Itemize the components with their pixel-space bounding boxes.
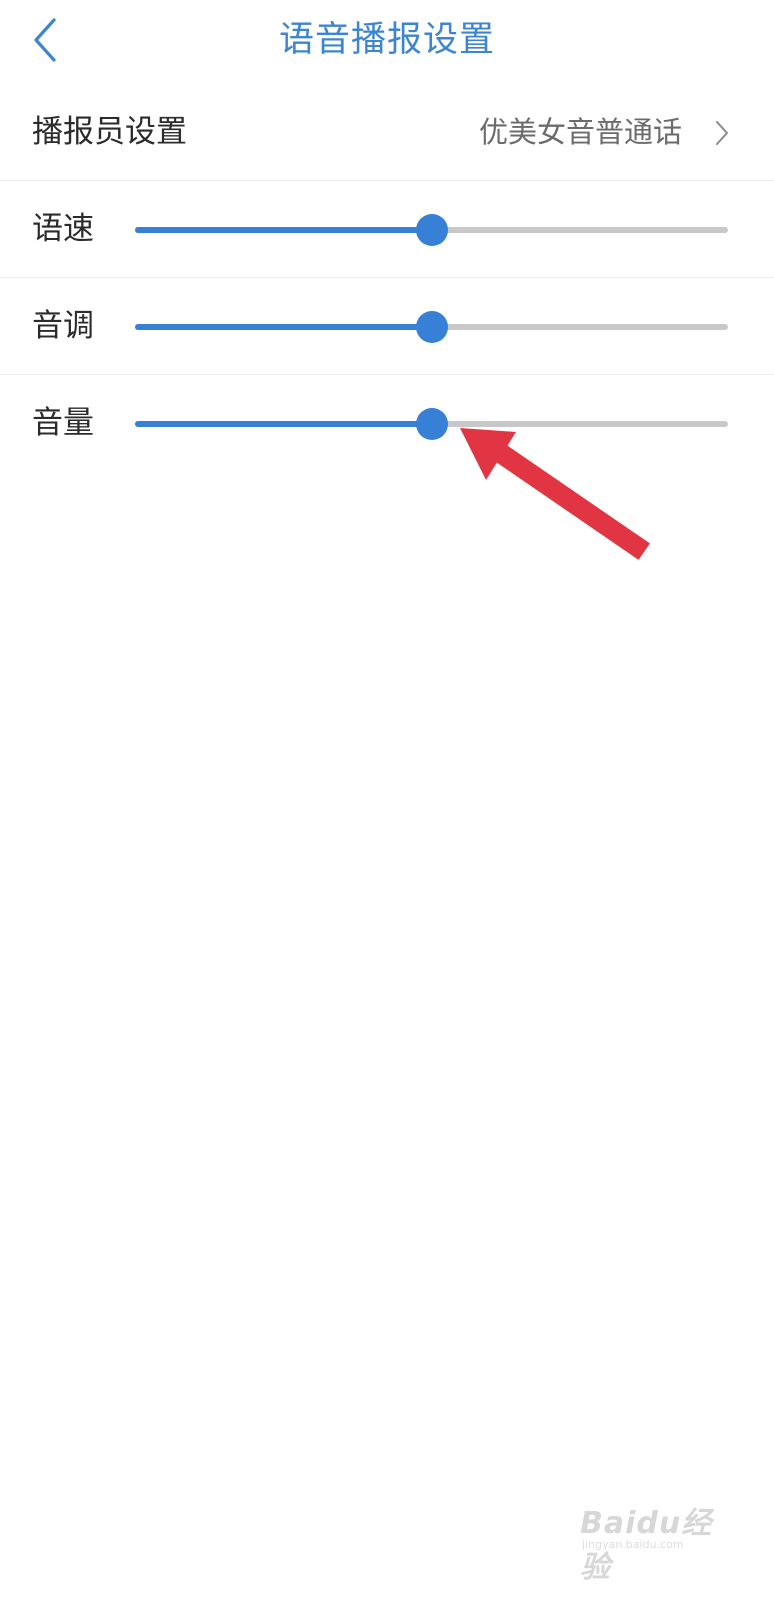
pitch-label: 音调 [32, 308, 94, 344]
slider-fill [135, 421, 432, 427]
slider-thumb[interactable] [415, 214, 448, 246]
annotation-arrow-icon [460, 428, 650, 560]
speech-speed-label: 语速 [32, 211, 94, 247]
baidu-watermark: Baidu经验 jingyan.baidu.com [580, 1484, 730, 1585]
slider-thumb[interactable] [415, 311, 448, 343]
speech-speed-row: 语速 [0, 181, 774, 278]
announcer-setting-label: 播报员设置 [32, 114, 187, 150]
slider-fill [135, 227, 432, 233]
announcer-setting-value: 优美女音普通话 [478, 115, 682, 149]
slider-fill [135, 324, 432, 330]
pitch-slider[interactable] [135, 310, 728, 344]
chevron-right-icon [716, 121, 728, 145]
header-bar: 语音播报设置 [0, 0, 774, 82]
page-title: 语音播报设置 [278, 20, 495, 60]
pitch-row: 音调 [0, 278, 774, 375]
announcer-setting-row[interactable]: 播报员设置 优美女音普通话 [0, 84, 774, 181]
speech-speed-slider[interactable] [135, 213, 728, 247]
watermark-url: jingyan.baidu.com [582, 1538, 684, 1551]
volume-label: 音量 [32, 405, 94, 441]
